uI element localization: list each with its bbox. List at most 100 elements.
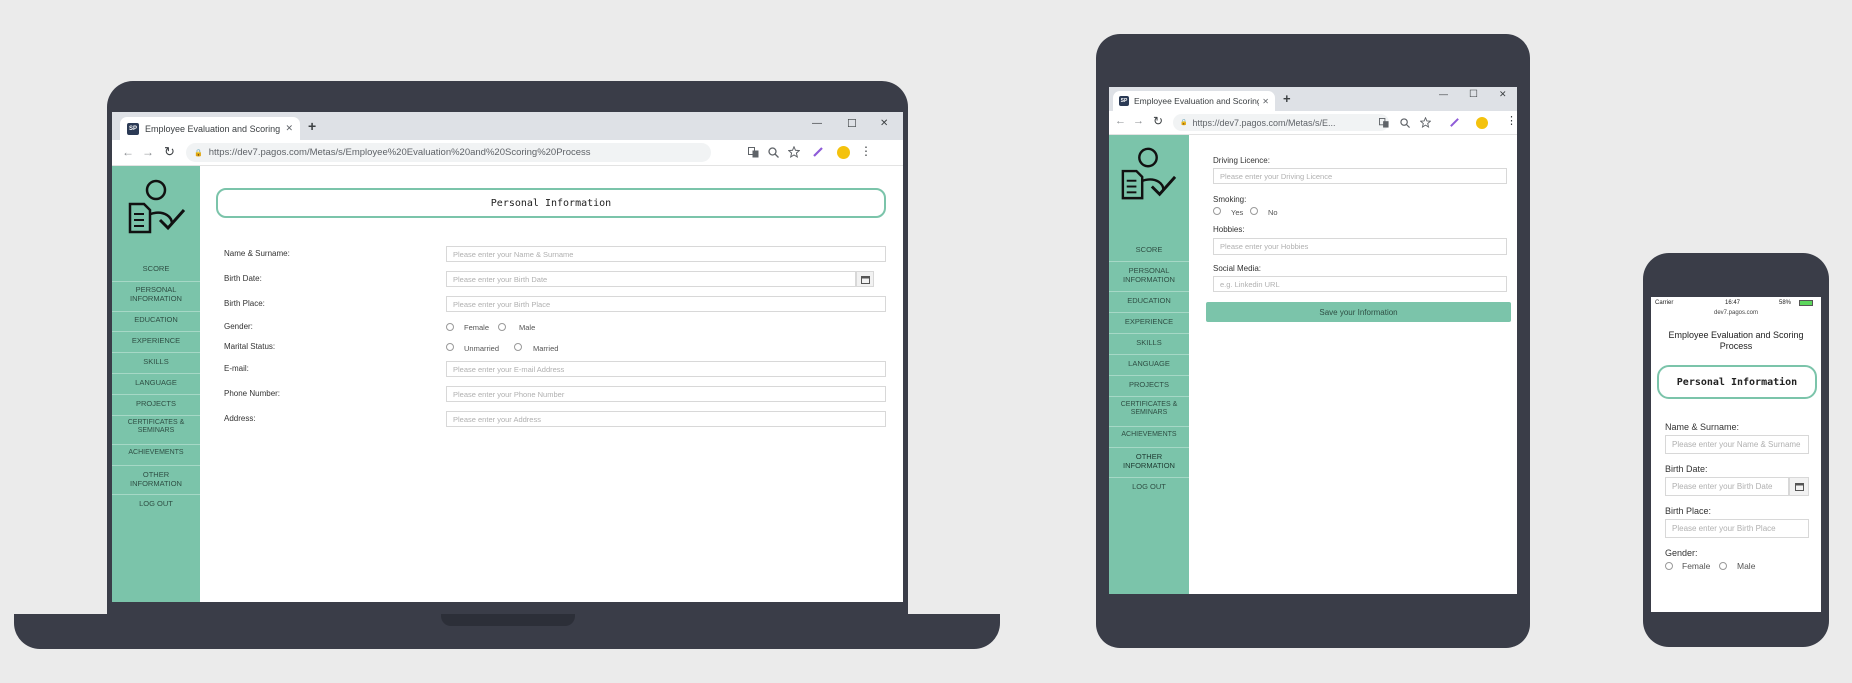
marital-status-label: Marital Status: [224,342,276,351]
hobbies-input[interactable]: Please enter your Hobbies [1213,238,1507,255]
menu-icon[interactable]: ⋮ [860,144,872,158]
sidebar-item-achievements[interactable]: ACHIEVEMENTS [112,449,200,457]
translate-icon[interactable] [748,147,759,158]
sidebar-divider [112,331,200,332]
address-bar[interactable]: 🔒 https://dev7.pagos.com/Metas/s/Employe… [186,143,711,162]
avatar[interactable] [837,146,850,159]
sidebar-divider [112,444,200,445]
phone-number-input[interactable]: Please enter your Phone Number [446,386,886,402]
sidebar-item-experience[interactable]: EXPERIENCE [1109,317,1189,326]
address-bar[interactable]: 🔒 https://dev7.pagos.com/Metas/s/E... [1173,114,1389,131]
avatar[interactable] [1476,117,1488,129]
reload-icon[interactable]: ↻ [164,144,175,160]
menu-icon[interactable]: ⋮ [1506,114,1517,127]
laptop-screen: SP Employee Evaluation and Scoring Proce… [112,112,903,602]
minimize-icon[interactable]: — [1439,89,1448,99]
sidebar-item-projects[interactable]: PROJECTS [1109,380,1189,389]
sidebar-item-language[interactable]: LANGUAGE [112,378,200,387]
forward-icon[interactable]: → [1133,115,1144,127]
birth-place-input[interactable]: Please enter your Birth Place [446,296,886,312]
gender-male-radio[interactable] [498,323,506,331]
zoom-icon[interactable] [768,147,779,158]
pen-icon[interactable] [812,146,824,158]
sidebar-item-skills[interactable]: SKILLS [112,357,200,366]
browser-toolbar: ← → ↻ 🔒 https://dev7.pagos.com/Metas/s/E… [1109,111,1517,135]
reload-icon[interactable]: ↻ [1153,114,1163,128]
url-text: https://dev7.pagos.com/Metas/s/E... [1192,117,1336,128]
sidebar-item-projects[interactable]: PROJECTS [112,399,200,408]
sidebar-divider [1109,333,1189,334]
sidebar-item-score[interactable]: SCORE [112,264,200,273]
back-icon[interactable]: ← [122,145,134,159]
smoking-yes-label: Yes [1231,208,1244,217]
smoking-no-radio[interactable] [1250,207,1258,215]
maximize-icon[interactable]: ☐ [1469,89,1478,100]
email-input[interactable]: Please enter your E-mail Address [446,361,886,377]
employee-check-icon [1121,147,1177,200]
sidebar-item-achievements[interactable]: ACHIEVEMENTS [1109,431,1189,439]
sidebar-item-personal-information[interactable]: PERSONAL INFORMATION [1109,266,1189,284]
star-icon[interactable] [1420,117,1431,128]
browser-toolbar: ← → ↻ 🔒 https://dev7.pagos.com/Metas/s/E… [112,140,903,166]
sidebar-item-education[interactable]: EDUCATION [112,315,200,324]
social-media-label: Social Media: [1213,264,1262,273]
browser-tab[interactable]: SP Employee Evaluation and Scoring Proce… [1113,91,1275,111]
maximize-icon[interactable]: ☐ [847,117,857,130]
sidebar-item-other-information[interactable]: OTHER INFORMATION [1109,452,1189,470]
sidebar-item-other-information[interactable]: OTHER INFORMATION [112,470,200,488]
name-input[interactable]: Please enter your Name & Surname [446,246,886,262]
birth-place-input[interactable]: Please enter your Birth Place [1665,519,1809,538]
address-input[interactable]: Please enter your Address [446,411,886,427]
sidebar-item-education[interactable]: EDUCATION [1109,296,1189,305]
sidebar-item-score[interactable]: SCORE [1109,245,1189,254]
back-icon[interactable]: ← [1115,115,1126,127]
name-input[interactable]: Please enter your Name & Surname [1665,435,1809,454]
calendar-button[interactable] [1789,477,1809,496]
sidebar-divider [1109,426,1189,427]
tab-title: Employee Evaluation and Scoring Process [145,123,281,134]
sidebar-item-experience[interactable]: EXPERIENCE [112,336,200,345]
sidebar-item-certificates[interactable]: CERTIFICATES & SEMINARS [1109,401,1189,418]
new-tab-icon[interactable]: + [308,118,316,134]
zoom-icon[interactable] [1400,118,1410,128]
birth-date-input[interactable]: Please enter your Birth Date [1665,477,1789,496]
translate-icon[interactable] [1379,118,1389,128]
forward-icon[interactable]: → [142,145,154,159]
url-text: https://dev7.pagos.com/Metas/s/Employee%… [208,147,591,158]
sidebar-item-skills[interactable]: SKILLS [1109,338,1189,347]
calendar-button[interactable] [856,271,874,287]
sidebar: SCORE PERSONAL INFORMATION EDUCATION EXP… [1109,135,1189,594]
gender-female-radio[interactable] [446,323,454,331]
gender-female-radio[interactable] [1665,562,1673,570]
sidebar-item-log-out[interactable]: LOG OUT [112,499,200,508]
phone-url[interactable]: dev7.pagos.com [1651,310,1821,316]
tab-close-icon[interactable]: ✕ [1262,97,1269,106]
social-media-input[interactable]: e.g. Linkedin URL [1213,276,1507,292]
driving-licence-input[interactable]: Please enter your Driving Licence [1213,168,1507,184]
sidebar-divider [112,373,200,374]
marital-married-radio[interactable] [514,343,522,351]
sidebar-divider [112,415,200,416]
sidebar-divider [112,394,200,395]
close-window-icon[interactable]: ✕ [880,118,888,129]
carrier-text: Carrier [1655,300,1674,306]
sidebar-item-personal-information[interactable]: PERSONAL INFORMATION [112,285,200,303]
minimize-icon[interactable]: — [812,118,822,129]
birth-date-input[interactable]: Please enter your Birth Date [446,271,856,287]
new-tab-icon[interactable]: + [1283,91,1291,106]
close-window-icon[interactable]: ✕ [1499,89,1507,100]
sidebar-item-language[interactable]: LANGUAGE [1109,359,1189,368]
save-button[interactable]: Save your Information [1206,302,1511,322]
gender-male-radio[interactable] [1719,562,1727,570]
gender-female-label: Female [1682,561,1711,571]
name-label: Name & Surname: [224,249,290,258]
sidebar-item-certificates[interactable]: CERTIFICATES & SEMINARS [112,419,200,436]
marital-unmarried-radio[interactable] [446,343,454,351]
pen-icon[interactable] [1449,117,1460,128]
star-icon[interactable] [788,146,800,158]
browser-tab[interactable]: SP Employee Evaluation and Scoring Proce… [120,117,300,140]
tab-close-icon[interactable]: ✕ [285,123,293,134]
smoking-yes-radio[interactable] [1213,207,1221,215]
sidebar-item-log-out[interactable]: LOG OUT [1109,482,1189,491]
sidebar-divider [1109,312,1189,313]
